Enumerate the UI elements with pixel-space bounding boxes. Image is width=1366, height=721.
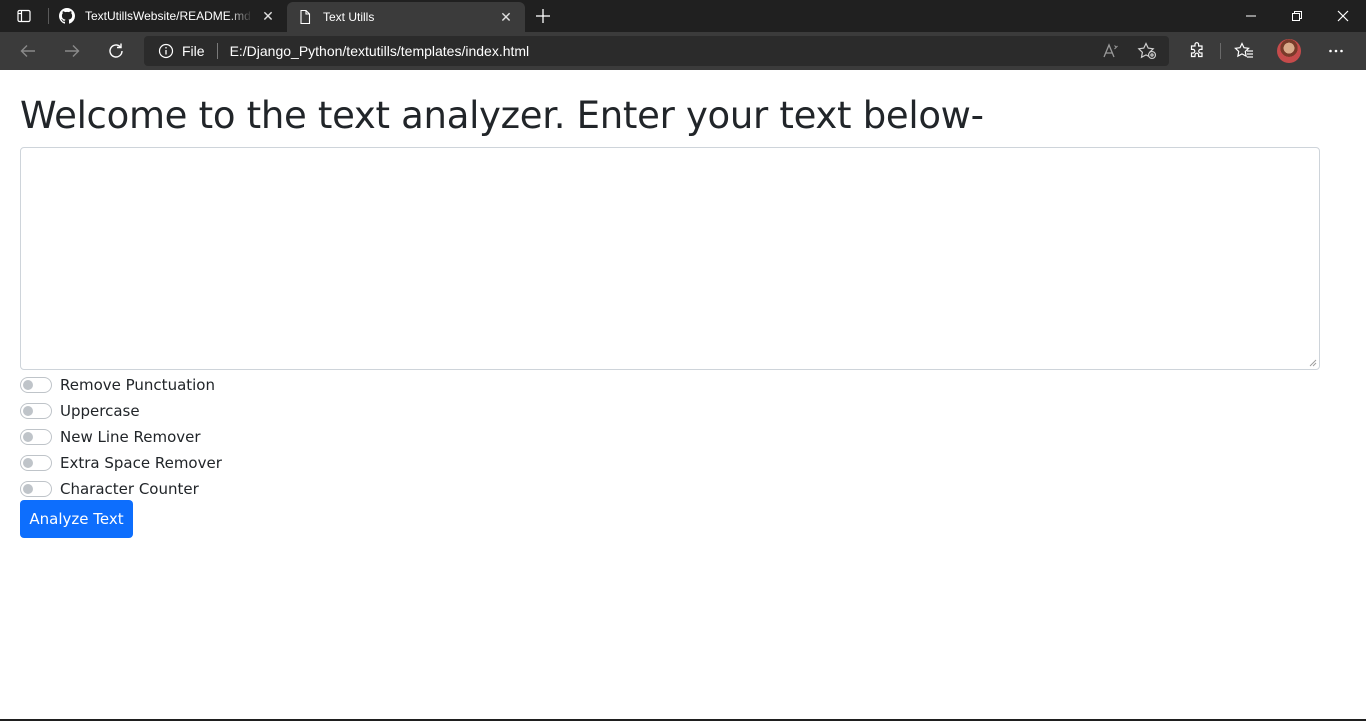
option-uppercase: Uppercase xyxy=(20,398,222,424)
back-button[interactable] xyxy=(6,32,50,70)
window-controls xyxy=(1228,0,1366,32)
extensions-icon[interactable] xyxy=(1178,32,1216,70)
toggle-knob xyxy=(23,484,33,494)
tab-text-utills[interactable]: Text Utills ✕ xyxy=(287,2,525,32)
add-favorite-icon[interactable] xyxy=(1129,36,1165,66)
address-bar-actions xyxy=(1093,36,1169,66)
close-tab-icon[interactable]: ✕ xyxy=(497,8,515,26)
toggle-knob xyxy=(23,380,33,390)
close-tab-icon[interactable]: ✕ xyxy=(259,7,277,25)
page-title: Welcome to the text analyzer. Enter your… xyxy=(20,94,984,137)
toggle-switch[interactable] xyxy=(20,455,52,471)
tab-title: Text Utills xyxy=(323,10,375,24)
toolbar-right-actions xyxy=(1178,32,1357,70)
more-icon[interactable] xyxy=(1315,32,1357,70)
read-aloud-icon[interactable] xyxy=(1093,36,1129,66)
tab-readme[interactable]: TextUtillsWebsite/README.md at ✕ xyxy=(49,0,287,32)
restore-button[interactable] xyxy=(1274,0,1320,32)
site-scheme-label[interactable]: File xyxy=(182,43,205,59)
toolbar-divider xyxy=(1220,43,1221,59)
address-bar[interactable]: File E:/Django_Python/textutills/templat… xyxy=(144,36,1169,66)
toggle-switch[interactable] xyxy=(20,377,52,393)
minimize-button[interactable] xyxy=(1228,0,1274,32)
file-icon xyxy=(297,9,313,25)
close-icon xyxy=(1337,10,1349,22)
forward-arrow-icon xyxy=(65,45,80,57)
option-label[interactable]: New Line Remover xyxy=(60,428,201,446)
info-icon[interactable] xyxy=(158,43,174,59)
option-label[interactable]: Character Counter xyxy=(60,480,199,498)
toggle-knob xyxy=(23,432,33,442)
avatar xyxy=(1277,39,1301,63)
url-text[interactable]: E:/Django_Python/textutills/templates/in… xyxy=(230,43,530,59)
restore-icon xyxy=(1292,11,1302,21)
back-arrow-icon xyxy=(20,45,35,57)
resize-grip-icon[interactable] xyxy=(1309,359,1317,367)
toggle-switch[interactable] xyxy=(20,429,52,445)
new-tab-button[interactable] xyxy=(525,0,561,32)
option-character-counter: Character Counter xyxy=(20,476,222,502)
option-new-line-remover: New Line Remover xyxy=(20,424,222,450)
tab-actions-button[interactable] xyxy=(0,0,48,32)
tab-actions-icon xyxy=(17,9,31,23)
toggle-knob xyxy=(23,406,33,416)
forward-button[interactable] xyxy=(50,32,94,70)
close-window-button[interactable] xyxy=(1320,0,1366,32)
favorites-icon[interactable] xyxy=(1225,32,1263,70)
page-content: Welcome to the text analyzer. Enter your… xyxy=(0,70,1366,721)
browser-toolbar: File E:/Django_Python/textutills/templat… xyxy=(0,32,1366,70)
option-remove-punctuation: Remove Punctuation xyxy=(20,372,222,398)
address-divider xyxy=(216,43,218,59)
refresh-icon xyxy=(109,43,123,58)
refresh-button[interactable] xyxy=(94,32,138,70)
github-icon xyxy=(59,8,75,24)
profile-button[interactable] xyxy=(1263,32,1315,70)
options-list: Remove Punctuation Uppercase New Line Re… xyxy=(20,372,222,502)
plus-icon xyxy=(536,9,550,23)
toggle-switch[interactable] xyxy=(20,481,52,497)
option-label[interactable]: Remove Punctuation xyxy=(60,376,215,394)
option-extra-space-remover: Extra Space Remover xyxy=(20,450,222,476)
text-input-area[interactable] xyxy=(20,147,1320,370)
tab-title: TextUtillsWebsite/README.md at xyxy=(85,9,253,23)
option-label[interactable]: Uppercase xyxy=(60,402,140,420)
analyze-text-button[interactable]: Analyze Text xyxy=(20,500,133,538)
toggle-switch[interactable] xyxy=(20,403,52,419)
toggle-knob xyxy=(23,458,33,468)
option-label[interactable]: Extra Space Remover xyxy=(60,454,222,472)
tab-strip: TextUtillsWebsite/README.md at ✕ Text Ut… xyxy=(0,0,1366,32)
minimize-icon xyxy=(1246,15,1256,17)
